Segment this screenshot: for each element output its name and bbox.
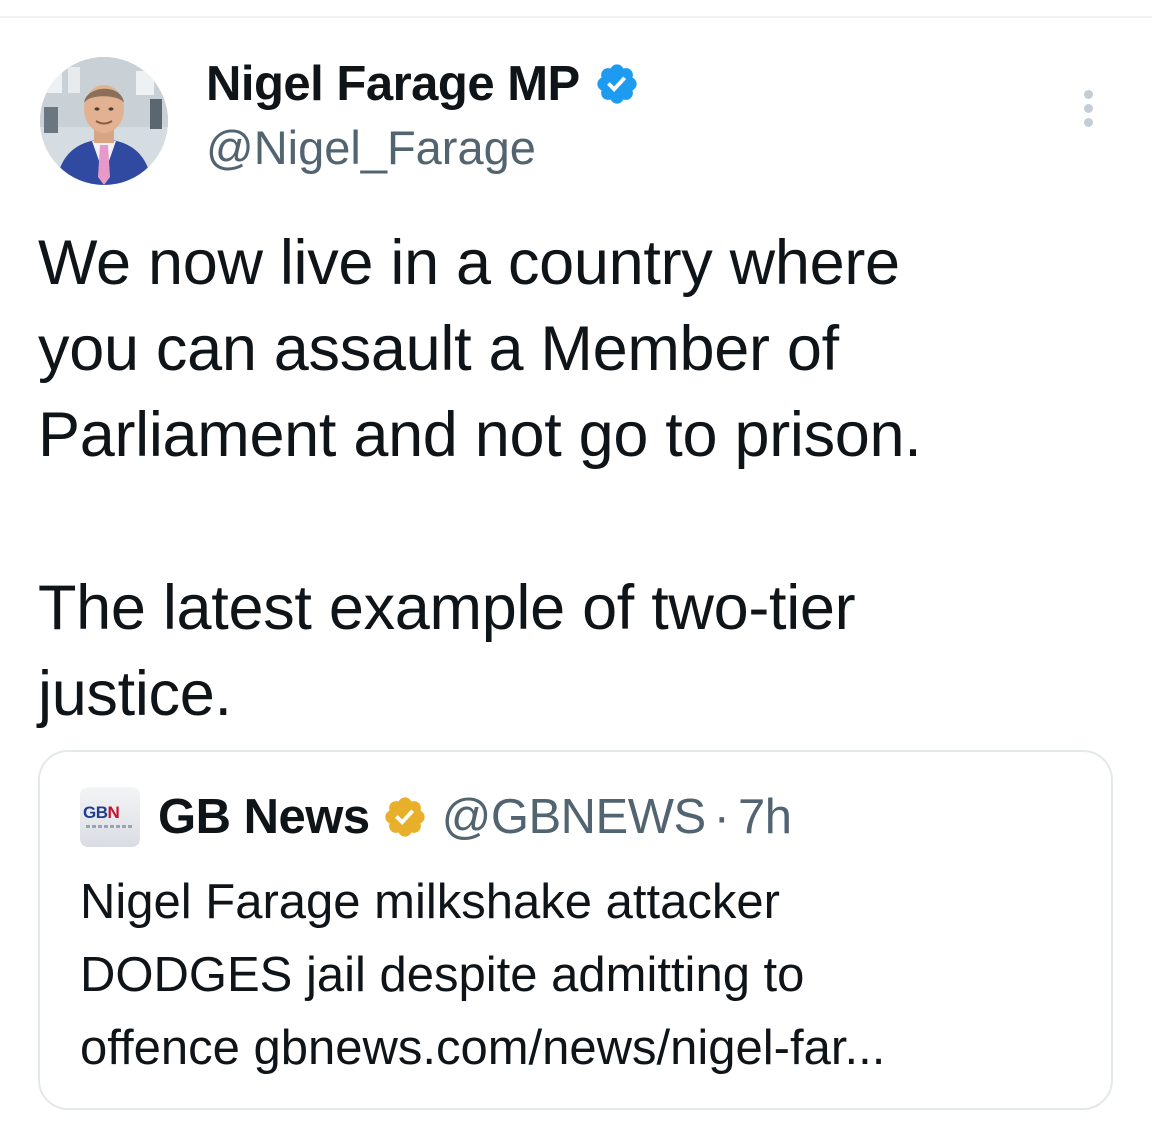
quoted-tweet-card[interactable]: GBN GB News @GBNEWS · 7h Nigel Farage mi… <box>38 750 1113 1110</box>
logo-subline <box>86 825 134 828</box>
avatar-photo <box>40 57 168 185</box>
tweet-text-paragraph-1: We now live in a country where you can a… <box>38 228 922 470</box>
logo-text-n: N <box>107 803 120 822</box>
tweet[interactable]: Nigel Farage MP @Nigel_Farage We now liv… <box>0 0 1152 1135</box>
gb-news-logo-icon[interactable]: GBN <box>80 787 140 847</box>
author-name[interactable]: Nigel Farage MP <box>206 56 580 112</box>
author-avatar[interactable] <box>40 57 168 185</box>
quoted-author-name[interactable]: GB News <box>158 789 370 845</box>
more-dot <box>1084 104 1093 113</box>
tweet-text-paragraph-2: The latest example of two-tier justice. <box>38 573 856 729</box>
gold-verified-badge-icon[interactable] <box>382 794 428 840</box>
author-name-row: Nigel Farage MP <box>206 54 640 114</box>
verified-badge-icon[interactable] <box>594 61 640 107</box>
quoted-tweet-timestamp[interactable]: 7h <box>738 789 792 845</box>
more-dot <box>1084 90 1093 99</box>
quoted-author-handle[interactable]: @GBNEWS <box>442 789 707 845</box>
more-dot <box>1084 118 1093 127</box>
separator-dot: · <box>713 790 730 844</box>
logo-text-gb: GB <box>83 803 108 822</box>
quoted-tweet-header: GBN GB News @GBNEWS · 7h <box>80 786 792 848</box>
more-options-icon[interactable] <box>1074 86 1104 130</box>
gb-news-logo-text: GBN <box>83 803 120 823</box>
quoted-tweet-text: Nigel Farage milkshake attacker DODGES j… <box>80 875 886 1075</box>
author-handle[interactable]: @Nigel_Farage <box>206 120 536 175</box>
